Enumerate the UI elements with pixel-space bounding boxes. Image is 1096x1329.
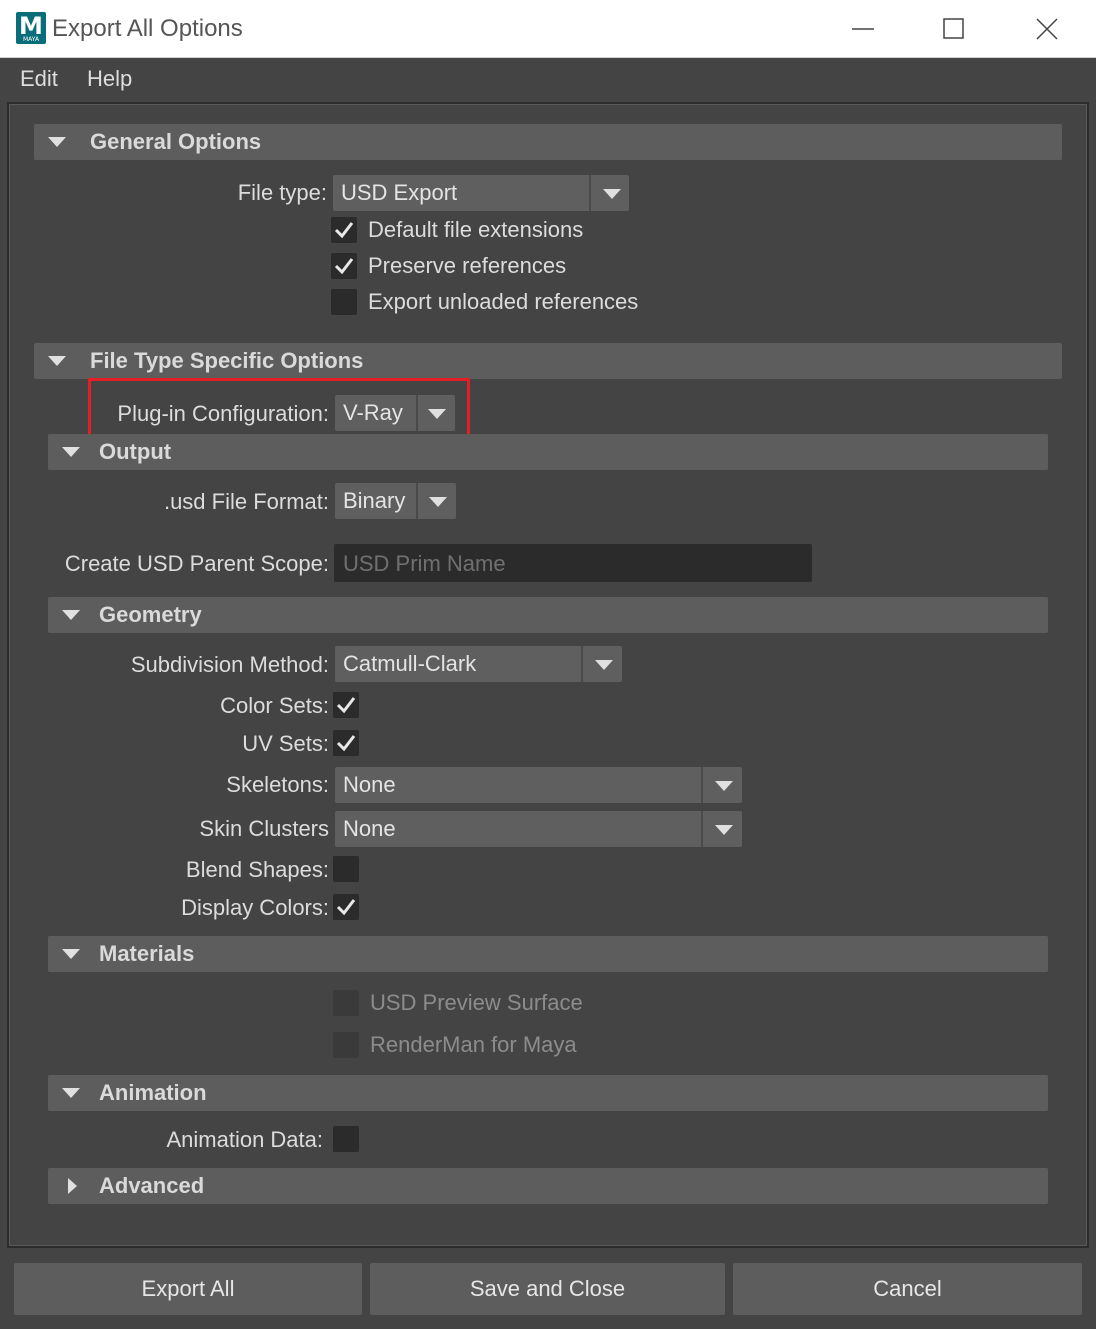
window-title: Export All Options — [52, 15, 243, 42]
maya-logo-icon: M MAYA — [16, 12, 46, 44]
blend-shapes-checkbox[interactable] — [333, 856, 359, 882]
close-button[interactable] — [1024, 12, 1070, 46]
section-advanced[interactable]: Advanced — [48, 1168, 1048, 1204]
default-file-extensions-checkbox[interactable] — [331, 217, 357, 243]
chevron-down-icon — [715, 781, 733, 791]
maximize-icon — [943, 18, 964, 39]
input-placeholder: USD Prim Name — [343, 551, 506, 576]
section-file-type-specific[interactable]: File Type Specific Options — [34, 343, 1062, 379]
dropdown-value: Binary — [343, 488, 406, 513]
usd-file-format-dropdown[interactable]: Binary — [335, 483, 456, 519]
section-materials[interactable]: Materials — [48, 936, 1048, 972]
section-title: Geometry — [99, 602, 202, 627]
color-sets-checkbox[interactable] — [333, 692, 359, 718]
section-title: General Options — [90, 129, 262, 154]
save-and-close-button[interactable]: Save and Close — [370, 1263, 725, 1315]
cancel-button[interactable]: Cancel — [733, 1263, 1082, 1315]
default-file-extensions-label: Default file extensions — [368, 217, 584, 242]
menu-help[interactable]: Help — [87, 66, 132, 92]
usd-preview-surface-checkbox[interactable] — [333, 990, 359, 1016]
section-title: Advanced — [99, 1173, 205, 1198]
file-type-label: File type: — [237, 180, 327, 205]
checkmark-icon — [334, 222, 354, 239]
highlight-box — [88, 378, 470, 440]
chevron-down-icon — [429, 497, 447, 507]
section-animation[interactable]: Animation — [48, 1075, 1048, 1111]
collapse-triangle-icon — [48, 137, 66, 147]
menu-bar — [0, 58, 1096, 102]
skeletons-dropdown[interactable]: None — [335, 767, 742, 803]
usd-parent-scope-label: Create USD Parent Scope: — [64, 551, 329, 576]
usd-parent-scope-input[interactable]: USD Prim Name — [334, 544, 812, 582]
dropdown-value: None — [343, 816, 396, 841]
section-general-options[interactable]: General Options — [34, 124, 1062, 160]
skeletons-label: Skeletons: — [226, 772, 329, 797]
subdivision-method-label: Subdivision Method: — [130, 652, 329, 677]
uv-sets-checkbox[interactable] — [333, 730, 359, 756]
chevron-down-icon — [715, 825, 733, 835]
preserve-references-label: Preserve references — [368, 253, 567, 278]
blend-shapes-label: Blend Shapes: — [185, 857, 329, 882]
animation-data-checkbox[interactable] — [333, 1126, 359, 1152]
checkmark-icon — [336, 899, 356, 916]
collapse-triangle-icon — [62, 1088, 80, 1098]
menu-edit[interactable]: Edit — [20, 66, 58, 92]
chevron-down-icon — [595, 660, 613, 670]
section-geometry[interactable]: Geometry — [48, 597, 1048, 633]
dropdown-value: USD Export — [341, 180, 458, 205]
checkmark-icon — [336, 697, 356, 714]
maximize-button[interactable] — [931, 12, 977, 46]
display-colors-checkbox[interactable] — [333, 894, 359, 920]
display-colors-label: Display Colors: — [181, 895, 329, 920]
preserve-references-checkbox[interactable] — [331, 253, 357, 279]
section-title: Materials — [99, 941, 195, 966]
export-unloaded-references-label: Export unloaded references — [368, 289, 639, 314]
renderman-for-maya-label: RenderMan for Maya — [370, 1032, 577, 1057]
close-icon — [1036, 18, 1058, 40]
checkmark-icon — [334, 258, 354, 275]
minimize-icon — [852, 28, 874, 30]
subdivision-method-dropdown[interactable]: Catmull-Clark — [335, 646, 622, 682]
uv-sets-label: UV Sets: — [242, 731, 329, 756]
skin-clusters-dropdown[interactable]: None — [335, 811, 742, 847]
file-type-dropdown[interactable]: USD Export — [333, 175, 629, 211]
usd-preview-surface-label: USD Preview Surface — [370, 990, 583, 1015]
minimize-button[interactable] — [840, 12, 886, 46]
section-output[interactable]: Output — [48, 434, 1048, 470]
collapse-triangle-icon — [48, 356, 66, 366]
section-title: Output — [99, 439, 172, 464]
collapse-triangle-icon — [62, 610, 80, 620]
color-sets-label: Color Sets: — [220, 693, 329, 718]
export-unloaded-references-checkbox[interactable] — [331, 289, 357, 315]
usd-file-format-label: .usd File Format: — [163, 489, 329, 514]
collapse-triangle-icon — [62, 949, 80, 959]
chevron-down-icon — [603, 189, 621, 199]
renderman-for-maya-checkbox[interactable] — [333, 1032, 359, 1058]
expand-triangle-icon — [68, 1178, 77, 1194]
collapse-triangle-icon — [62, 447, 80, 457]
dropdown-value: None — [343, 772, 396, 797]
animation-data-label: Animation Data: — [166, 1127, 323, 1152]
checkmark-icon — [336, 735, 356, 752]
section-title: Animation — [99, 1080, 207, 1105]
dropdown-value: Catmull-Clark — [343, 651, 477, 676]
section-title: File Type Specific Options — [90, 348, 364, 373]
export-all-button[interactable]: Export All — [14, 1263, 362, 1315]
skin-clusters-label: Skin Clusters — [199, 816, 329, 841]
